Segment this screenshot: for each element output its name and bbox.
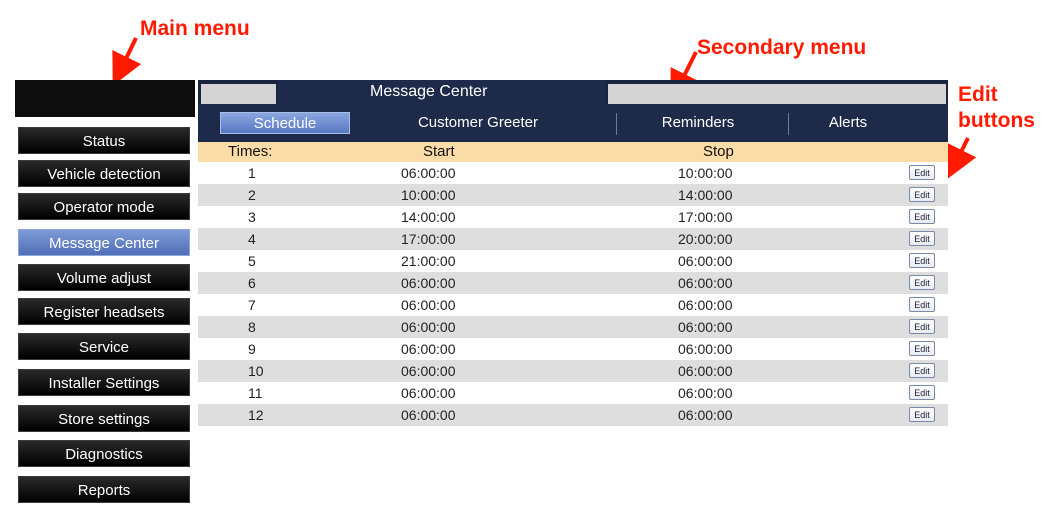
start-time: 06:00:00 [401,407,456,423]
main-menu: Status Vehicle detection Operator mode Mess… [15,80,195,512]
stop-time: 06:00:00 [678,407,733,423]
edit-buttons-annotation: Edit buttons [958,82,1058,134]
stop-time: 06:00:00 [678,253,733,269]
table-row: 6 06:00:00 06:00:00 Edit [198,272,948,294]
row-number: 10 [248,363,264,379]
row-number: 2 [248,187,256,203]
edit-button[interactable]: Edit [909,341,935,356]
start-time: 06:00:00 [401,363,456,379]
start-time: 14:00:00 [401,209,456,225]
sidebar-item-status[interactable]: Status [18,127,190,154]
row-number: 3 [248,209,256,225]
start-time: 21:00:00 [401,253,456,269]
edit-buttons-annotation-line1: Edit [958,83,998,106]
tab-bar: Message Center [198,80,948,104]
row-number: 4 [248,231,256,247]
table-row: 9 06:00:00 06:00:00 Edit [198,338,948,360]
edit-button[interactable]: Edit [909,165,935,180]
start-time: 06:00:00 [401,297,456,313]
stop-time: 06:00:00 [678,341,733,357]
header-start: Start [423,143,455,160]
edit-button[interactable]: Edit [909,297,935,312]
sidebar-item-diagnostics[interactable]: Diagnostics [18,440,190,467]
table-row: 7 06:00:00 06:00:00 Edit [198,294,948,316]
row-number: 6 [248,275,256,291]
schedule-table: 1 06:00:00 10:00:00 Edit 2 10:00:00 14:00:00 Ed… [198,162,948,426]
stop-time: 10:00:00 [678,165,733,181]
start-time: 06:00:00 [401,341,456,357]
submenu-alerts[interactable]: Alerts [798,112,898,134]
main-menu-header [15,80,195,117]
edit-button[interactable]: Edit [909,275,935,290]
start-time: 06:00:00 [401,385,456,401]
table-row: 2 10:00:00 14:00:00 Edit [198,184,948,206]
edit-button[interactable]: Edit [909,363,935,378]
submenu-customer-greeter[interactable]: Customer Greeter [398,112,558,134]
edit-button[interactable]: Edit [909,407,935,422]
sidebar-item-operator-mode[interactable]: Operator mode [18,193,190,220]
row-number: 12 [248,407,264,423]
row-number: 1 [248,165,256,181]
submenu-divider [788,113,789,135]
start-time: 06:00:00 [401,275,456,291]
sidebar-item-volume-adjust[interactable]: Volume adjust [18,264,190,291]
sidebar-item-service[interactable]: Service [18,333,190,360]
stop-time: 20:00:00 [678,231,733,247]
edit-button[interactable]: Edit [909,385,935,400]
table-row: 12 06:00:00 06:00:00 Edit [198,404,948,426]
tab-spacer-left [201,84,276,104]
edit-button[interactable]: Edit [909,187,935,202]
submenu-schedule[interactable]: Schedule [220,112,350,134]
stop-time: 06:00:00 [678,297,733,313]
table-header: Times: Start Stop [198,142,948,162]
edit-button[interactable]: Edit [909,209,935,224]
stop-time: 06:00:00 [678,275,733,291]
table-row: 4 17:00:00 20:00:00 Edit [198,228,948,250]
stop-time: 06:00:00 [678,319,733,335]
sidebar-item-reports[interactable]: Reports [18,476,190,503]
sidebar-item-installer-settings[interactable]: Installer Settings [18,369,190,396]
edit-buttons-annotation-line2: buttons [958,109,1035,132]
edit-buttons-arrow [947,137,977,179]
sidebar-item-store-settings[interactable]: Store settings [18,405,190,432]
submenu-divider [616,113,617,135]
stop-time: 06:00:00 [678,363,733,379]
row-number: 8 [248,319,256,335]
edit-button[interactable]: Edit [909,231,935,246]
row-number: 7 [248,297,256,313]
stop-time: 14:00:00 [678,187,733,203]
row-number: 5 [248,253,256,269]
start-time: 06:00:00 [401,165,456,181]
start-time: 17:00:00 [401,231,456,247]
edit-button[interactable]: Edit [909,319,935,334]
main-menu-annotation: Main menu [140,17,250,40]
start-time: 06:00:00 [401,319,456,335]
main-menu-arrow [112,37,142,86]
row-number: 11 [248,385,263,401]
table-row: 8 06:00:00 06:00:00 Edit [198,316,948,338]
header-times: Times: [228,143,273,160]
submenu-reminders[interactable]: Reminders [638,112,758,134]
header-stop: Stop [703,143,734,160]
tab-spacer-right [608,84,946,104]
table-row: 10 06:00:00 06:00:00 Edit [198,360,948,382]
sidebar-item-register-headsets[interactable]: Register headsets [18,298,190,325]
secondary-menu: Schedule Customer Greeter Reminders Aler… [198,104,948,142]
stop-time: 06:00:00 [678,385,733,401]
sidebar-item-vehicle-detection[interactable]: Vehicle detection [18,160,190,187]
message-center-panel: Message Center Schedule Customer Greeter… [198,80,948,512]
sidebar-item-message-center[interactable]: Message Center [18,229,190,256]
table-row: 1 06:00:00 10:00:00 Edit [198,162,948,184]
table-row: 5 21:00:00 06:00:00 Edit [198,250,948,272]
row-number: 9 [248,341,256,357]
edit-button[interactable]: Edit [909,253,935,268]
start-time: 10:00:00 [401,187,456,203]
secondary-menu-annotation: Secondary menu [697,36,867,59]
tab-message-center[interactable]: Message Center [278,80,606,104]
table-row: 11 06:00:00 06:00:00 Edit [198,382,948,404]
stop-time: 17:00:00 [678,209,733,225]
table-row: 3 14:00:00 17:00:00 Edit [198,206,948,228]
